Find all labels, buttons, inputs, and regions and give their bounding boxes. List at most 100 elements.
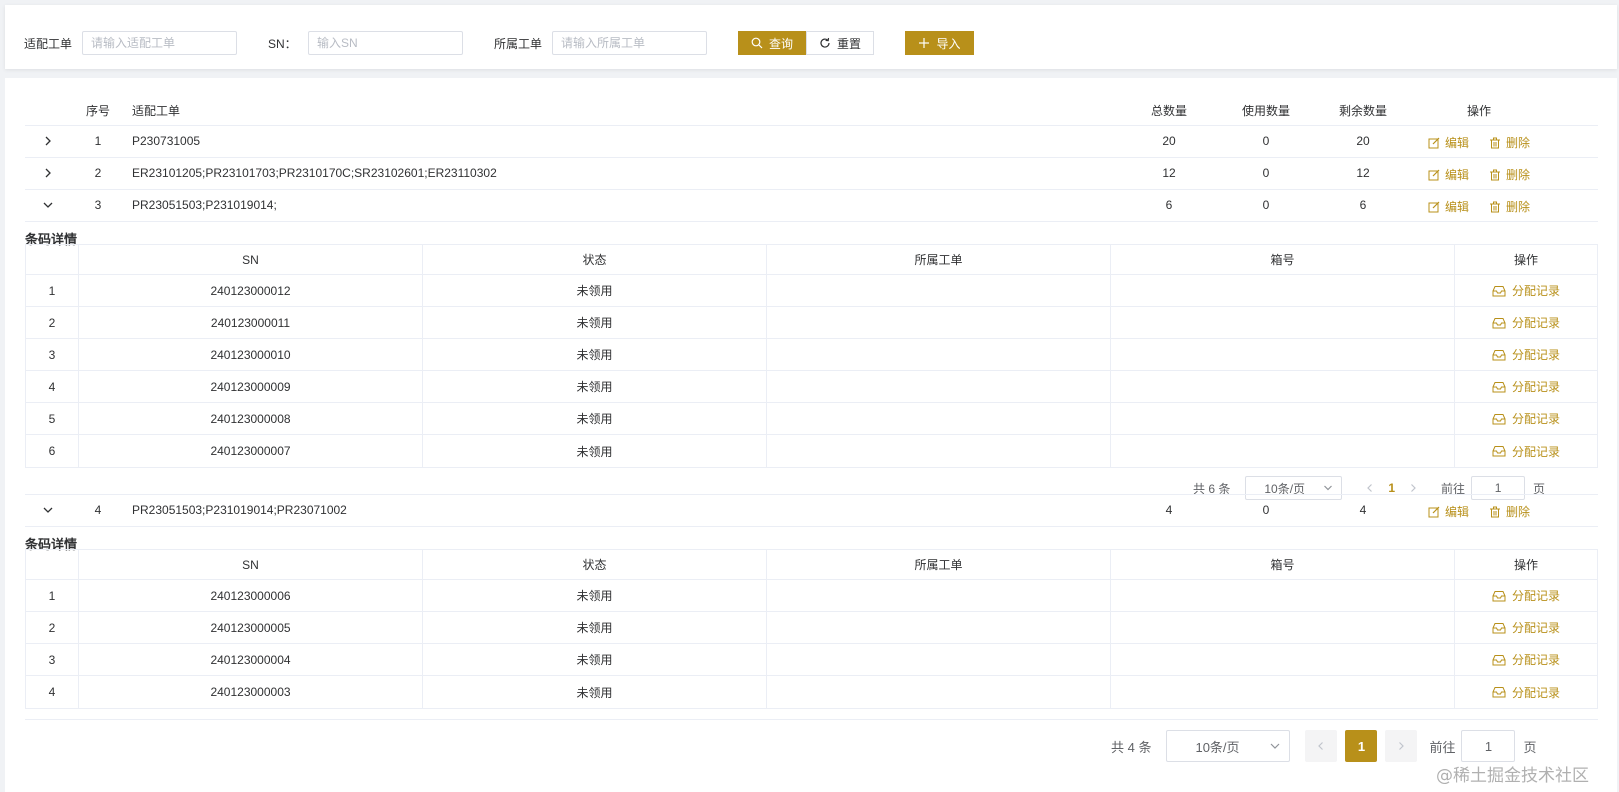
delete-button[interactable]: 删除: [1489, 503, 1530, 520]
allocation-record-label: 分配记录: [1511, 589, 1560, 603]
edit-icon: [1428, 169, 1440, 180]
prev-page-button[interactable]: [1305, 730, 1338, 762]
reset-button[interactable]: 重置: [806, 31, 874, 55]
allocation-record-button[interactable]: 分配记录: [1455, 339, 1597, 370]
inbox-icon: [1492, 446, 1506, 457]
delete-button[interactable]: 删除: [1489, 134, 1530, 151]
current-page[interactable]: 1: [1345, 730, 1378, 762]
inbox-icon: [1492, 687, 1506, 698]
row-belong: [767, 580, 1111, 611]
divider: [25, 221, 1598, 222]
row-belong: [767, 275, 1111, 306]
belong-search-input[interactable]: [552, 31, 707, 55]
next-page-icon[interactable]: [1408, 483, 1418, 493]
row-status: 未领用: [423, 275, 767, 306]
refresh-icon: [820, 37, 830, 48]
inbox-icon: [1492, 413, 1506, 424]
row-belong: [767, 339, 1111, 370]
edit-label: 编辑: [1445, 136, 1470, 150]
row-total: 6: [1165, 198, 1173, 212]
row-status: 未领用: [423, 580, 767, 611]
detail-pagination: 共 6 条 10条/页 1 前往 1 页: [1193, 476, 1545, 500]
table-row: 4 240123000003 未领用 分配记录: [26, 676, 1597, 708]
header-order: 适配工单: [132, 104, 181, 118]
row-remain: 20: [1356, 134, 1370, 148]
row-index: 6: [26, 435, 79, 467]
chevron-right-icon[interactable]: [42, 135, 54, 147]
edit-button[interactable]: 编辑: [1428, 134, 1469, 151]
allocation-record-label: 分配记录: [1511, 444, 1560, 459]
header-belong: 所属工单: [767, 245, 1111, 274]
current-page[interactable]: 1: [1388, 481, 1395, 495]
barcode-detail-table: SN 状态 所属工单 箱号 操作 1 240123000012 未领用 分配记录…: [25, 244, 1598, 468]
row-order: P230731005: [132, 134, 201, 148]
plus-icon: [919, 38, 930, 48]
import-button-label: 导入: [936, 36, 961, 51]
row-box: [1111, 403, 1455, 434]
row-sn: 240123000003: [79, 676, 423, 708]
row-index: 5: [26, 403, 79, 434]
page-size-select[interactable]: 10条/页: [1245, 476, 1343, 500]
allocation-record-button[interactable]: 分配记录: [1455, 435, 1597, 467]
query-button[interactable]: 查询: [738, 31, 806, 55]
delete-button[interactable]: 删除: [1489, 166, 1530, 183]
row-total: 20: [1162, 134, 1176, 148]
chevron-down-icon: [1271, 743, 1280, 749]
row-total: 4: [1165, 503, 1173, 517]
row-box: [1111, 644, 1455, 675]
row-used: 0: [1262, 503, 1270, 517]
allocation-record-button[interactable]: 分配记录: [1455, 580, 1597, 611]
row-actions: 编辑 删除: [1428, 503, 1530, 520]
edit-label: 编辑: [1445, 200, 1470, 214]
main-pagination: 共 4 条 10条/页 1 前往 1 页: [1111, 730, 1537, 762]
prev-page-icon[interactable]: [1365, 483, 1375, 493]
edit-button[interactable]: 编辑: [1428, 503, 1469, 520]
delete-button[interactable]: 删除: [1489, 198, 1530, 215]
allocation-record-label: 分配记录: [1511, 348, 1560, 362]
row-box: [1111, 275, 1455, 306]
row-box: [1111, 612, 1455, 643]
row-sn: 240123000006: [79, 580, 423, 611]
allocation-record-button[interactable]: 分配记录: [1455, 644, 1597, 675]
row-index: 1: [26, 275, 79, 306]
row-belong: [767, 307, 1111, 338]
edit-button[interactable]: 编辑: [1428, 198, 1469, 215]
allocation-record-button[interactable]: 分配记录: [1455, 612, 1597, 643]
table-row: 3 240123000010 未领用 分配记录: [26, 339, 1597, 371]
row-actions: 编辑 删除: [1428, 166, 1530, 183]
allocation-record-button[interactable]: 分配记录: [1455, 403, 1597, 434]
page-size-select[interactable]: 10条/页: [1166, 730, 1291, 762]
row-seq: 3: [94, 198, 102, 212]
row-seq: 2: [94, 166, 102, 180]
allocation-record-button[interactable]: 分配记录: [1455, 371, 1597, 402]
sn-search-input[interactable]: [308, 31, 463, 55]
chevron-right-icon[interactable]: [42, 167, 54, 179]
import-button[interactable]: 导入: [905, 31, 974, 55]
row-sn: 240123000004: [79, 644, 423, 675]
trash-icon: [1490, 137, 1501, 148]
edit-label: 编辑: [1445, 168, 1470, 182]
next-page-button[interactable]: [1385, 730, 1418, 762]
chevron-left-icon: [1318, 742, 1324, 750]
order-search-input[interactable]: [82, 31, 237, 55]
allocation-record-label: 分配记录: [1511, 653, 1560, 667]
row-index: 2: [26, 612, 79, 643]
trash-icon: [1490, 169, 1501, 180]
edit-button[interactable]: 编辑: [1428, 166, 1469, 183]
row-index: 3: [26, 644, 79, 675]
row-actions: 编辑 删除: [1428, 134, 1530, 151]
divider: [25, 494, 1598, 495]
chevron-down-icon[interactable]: [42, 504, 54, 516]
allocation-record-button[interactable]: 分配记录: [1455, 676, 1597, 708]
goto-page-input[interactable]: 1: [1461, 730, 1516, 762]
row-box: [1111, 339, 1455, 370]
chevron-right-icon: [1399, 742, 1405, 750]
allocation-record-button[interactable]: 分配记录: [1455, 307, 1597, 338]
allocation-record-button[interactable]: 分配记录: [1455, 275, 1597, 306]
goto-page-input[interactable]: 1: [1471, 476, 1526, 500]
row-box: [1111, 371, 1455, 402]
row-sn: 240123000005: [79, 612, 423, 643]
header-used: 使用数量: [1241, 104, 1291, 118]
edit-icon: [1428, 137, 1440, 148]
chevron-down-icon[interactable]: [42, 199, 54, 211]
